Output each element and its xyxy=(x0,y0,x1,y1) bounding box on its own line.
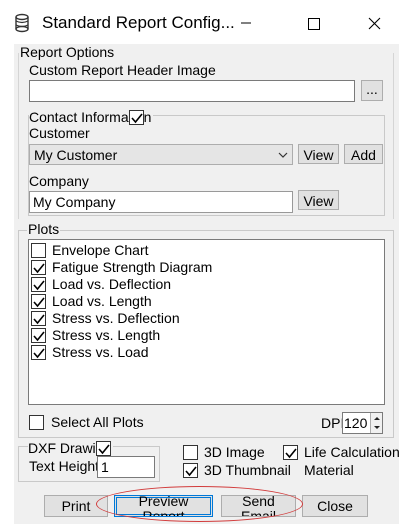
check-icon xyxy=(98,444,110,455)
check-icon xyxy=(33,348,45,359)
check-icon xyxy=(33,297,45,308)
app-icon xyxy=(15,13,29,33)
company-label: Company xyxy=(29,173,89,189)
thumbnail-3d-checkbox[interactable] xyxy=(183,463,198,478)
contact-checkbox[interactable] xyxy=(128,110,144,125)
plot-checkbox[interactable] xyxy=(31,294,46,309)
dpi-spin-buttons[interactable] xyxy=(370,413,382,433)
life-calc-label[interactable]: Life Calculation xyxy=(304,444,400,460)
maximize-icon xyxy=(308,18,320,30)
dpi-value[interactable]: 120 xyxy=(344,415,367,431)
plot-checkbox[interactable] xyxy=(31,260,46,275)
title-bar[interactable]: Standard Report Config... xyxy=(0,0,408,44)
check-icon xyxy=(131,113,143,124)
plot-checkbox[interactable] xyxy=(31,243,46,258)
plot-item-label[interactable]: Load vs. Deflection xyxy=(52,276,171,292)
plot-checkbox[interactable] xyxy=(31,345,46,360)
plot-item-label[interactable]: Stress vs. Length xyxy=(52,327,160,343)
chevron-down-icon xyxy=(278,152,288,158)
dpi-spinner[interactable]: 120 xyxy=(342,412,383,434)
life-calc-label-material: Material xyxy=(304,462,354,478)
plot-checkbox[interactable] xyxy=(31,311,46,326)
dpi-label: DPI xyxy=(321,415,345,431)
check-icon xyxy=(185,466,197,477)
annotation-ellipse xyxy=(96,486,303,522)
browse-button[interactable]: ... xyxy=(361,80,383,101)
header-image-input[interactable] xyxy=(29,80,355,102)
text-height-input[interactable]: 1 xyxy=(97,456,155,478)
maximize-button[interactable] xyxy=(291,8,337,38)
plot-item-label[interactable]: Load vs. Length xyxy=(52,293,152,309)
contact-label-tail: n xyxy=(143,109,152,125)
minimize-icon xyxy=(241,22,251,24)
dxf-checkbox[interactable] xyxy=(95,441,111,456)
header-image-label: Custom Report Header Image xyxy=(29,62,216,78)
text-height-label: Text Height xyxy=(29,458,100,474)
image-3d-label[interactable]: 3D Image xyxy=(204,444,265,460)
plots-list[interactable]: Envelope Chart Fatigue Strength Diagram Lo… xyxy=(28,239,385,405)
plot-checkbox[interactable] xyxy=(31,328,46,343)
minimize-button[interactable] xyxy=(223,8,269,38)
plot-checkbox[interactable] xyxy=(31,277,46,292)
plot-item-label[interactable]: Stress vs. Load xyxy=(52,344,149,360)
check-icon xyxy=(285,448,297,459)
customer-add-button[interactable]: Add xyxy=(344,144,383,164)
dialog-body: Report Options Custom Report Header Imag… xyxy=(14,44,400,524)
plot-item-label[interactable]: Envelope Chart xyxy=(52,242,149,258)
spin-arrows-icon xyxy=(374,417,380,429)
plot-item-label[interactable]: Fatigue Strength Diagram xyxy=(52,259,212,275)
customer-label: Customer xyxy=(29,125,90,141)
close-icon xyxy=(368,17,381,30)
select-all-label[interactable]: Select All Plots xyxy=(51,414,144,430)
check-icon xyxy=(33,280,45,291)
contact-group-label: Contact Informa n xyxy=(29,107,154,125)
dxf-label-text: DXF Drawi xyxy=(28,440,96,456)
thumbnail-3d-label[interactable]: 3D Thumbnail xyxy=(204,462,291,478)
company-input[interactable]: My Company xyxy=(29,191,293,213)
close-window-button[interactable] xyxy=(352,8,398,38)
customer-select-value: My Customer xyxy=(34,147,118,163)
plot-item-label[interactable]: Stress vs. Deflection xyxy=(52,310,180,326)
close-button[interactable]: Close xyxy=(302,495,368,517)
check-icon xyxy=(33,331,45,342)
check-icon xyxy=(33,263,45,274)
select-all-checkbox[interactable] xyxy=(29,415,44,430)
contact-label-text: Contact Informa xyxy=(29,109,129,125)
life-calc-checkbox[interactable] xyxy=(283,445,298,460)
window-title: Standard Report Config... xyxy=(42,13,235,32)
customer-view-button[interactable]: View xyxy=(298,144,339,164)
plots-group-label: Plots xyxy=(27,221,61,237)
company-view-button[interactable]: View xyxy=(298,190,339,210)
customer-select[interactable]: My Customer xyxy=(29,144,293,165)
image-3d-checkbox[interactable] xyxy=(183,445,198,460)
check-icon xyxy=(33,314,45,325)
dxf-group-label: DXF Drawi xyxy=(28,438,113,456)
